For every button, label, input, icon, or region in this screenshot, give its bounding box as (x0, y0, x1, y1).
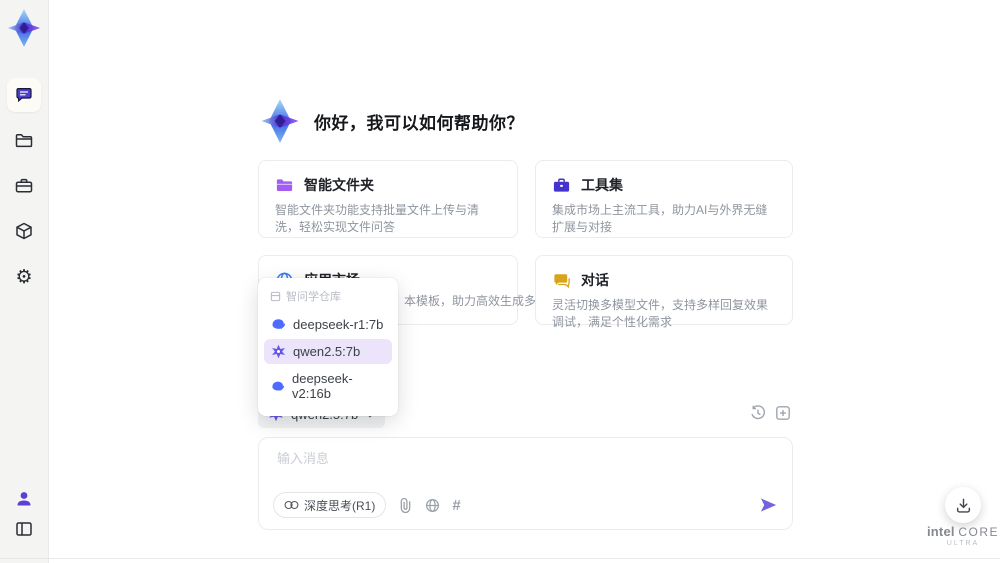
model-option-label: qwen2.5:7b (293, 344, 361, 359)
model-option-label: deepseek-v2:16b (291, 371, 353, 401)
attachment-button[interactable] (399, 497, 412, 513)
window-bottom-divider (0, 558, 1000, 559)
prompt-library-button[interactable]: # (452, 497, 460, 514)
app-logo-icon (7, 9, 41, 47)
download-button[interactable] (945, 487, 981, 523)
intel-wordmark: intel (926, 524, 955, 539)
model-option-label: deepseek-r1:7b (293, 317, 384, 332)
message-input[interactable] (275, 446, 749, 490)
assistant-logo-icon (261, 99, 299, 143)
sidebar-item-settings[interactable]: ⚙ (7, 260, 41, 294)
send-button[interactable] (759, 496, 778, 514)
sidebar-item-toolbox[interactable] (7, 169, 41, 203)
qwen-icon (272, 344, 285, 359)
folder-icon (15, 134, 33, 148)
message-composer: 深度思考(R1) # (258, 437, 793, 530)
download-icon (956, 498, 970, 513)
history-icon[interactable] (750, 405, 766, 421)
panel-icon (16, 522, 32, 536)
card-title: 智能文件夹 (304, 177, 374, 193)
briefcase-icon (15, 178, 33, 193)
sidebar-item-folders[interactable] (7, 124, 41, 158)
cube-icon (16, 222, 32, 240)
conversation-actions (750, 405, 791, 421)
model-option-deepseek-r1[interactable]: deepseek-r1:7b (264, 312, 392, 337)
sidebar-item-panel-toggle[interactable] (7, 512, 41, 546)
composer-toolbar: 深度思考(R1) # (273, 492, 778, 518)
paperclip-icon (401, 497, 411, 513)
sidebar-item-apps[interactable] (7, 214, 41, 248)
card-title: 对话 (581, 272, 609, 288)
card-description: 智能文件夹功能支持批量文件上传与清洗，轻松实现文件问答 (275, 203, 480, 234)
globe-icon (426, 498, 440, 512)
send-icon (760, 498, 777, 512)
sidebar: ⚙ (0, 0, 49, 563)
model-option-deepseek-v2[interactable]: deepseek-v2:16b (264, 366, 392, 406)
sidebar-item-account[interactable] (7, 482, 41, 516)
repo-icon (270, 291, 281, 301)
core-wordmark: CORE (958, 525, 1000, 539)
card-description-fragment: 本模板，助力高效生成多 (404, 294, 537, 308)
intel-core-logo: intel CORE ULTRA (925, 524, 1000, 547)
web-search-button[interactable] (425, 498, 440, 513)
model-option-qwen[interactable]: qwen2.5:7b (264, 339, 392, 364)
app-window: ⚙ 你好，我可以如何帮助你？ 智能文件夹 智能文件夹功能支持批量文件上传与清洗，… (0, 0, 1000, 563)
card-smart-folder[interactable]: 智能文件夹 智能文件夹功能支持批量文件上传与清洗，轻松实现文件问答 (258, 160, 518, 238)
sidebar-item-chat[interactable] (7, 78, 41, 112)
model-dropdown-header: 智问学仓库 (258, 284, 398, 310)
ultra-wordmark: ULTRA (946, 540, 980, 547)
folder-icon (276, 178, 293, 191)
deep-think-icon (284, 500, 299, 510)
new-chat-icon[interactable] (775, 405, 791, 421)
card-toolset[interactable]: 工具集 集成市场上主流工具，助力AI与外界无缝扩展与对接 (535, 160, 793, 238)
model-dropdown: 智问学仓库 deepseek-r1:7b qwen2.5:7b deepseek… (258, 278, 398, 416)
model-repo-label: 智问学仓库 (286, 291, 341, 303)
chat-icon (16, 88, 32, 103)
greeting: 你好，我可以如何帮助你？ (258, 98, 524, 144)
card-title: 工具集 (581, 177, 623, 193)
deep-think-label: 深度思考(R1) (304, 498, 376, 513)
user-icon (17, 492, 31, 506)
greeting-text: 你好，我可以如何帮助你？ (314, 113, 524, 133)
gear-icon: ⚙ (15, 266, 33, 288)
card-description: 集成市场上主流工具，助力AI与外界无缝扩展与对接 (552, 203, 768, 234)
deepseek-whale-icon (272, 319, 285, 330)
deep-think-toggle[interactable]: 深度思考(R1) (273, 492, 387, 518)
card-description: 灵活切换多模型文件，支持多样回复效果调试，满足个性化需求 (552, 298, 769, 329)
deepseek-whale-icon (272, 381, 285, 391)
chat-bubble-icon (554, 273, 570, 288)
briefcase-icon (553, 177, 570, 192)
card-dialogue[interactable]: 对话 灵活切换多模型文件，支持多样回复效果调试，满足个性化需求 (535, 255, 793, 329)
